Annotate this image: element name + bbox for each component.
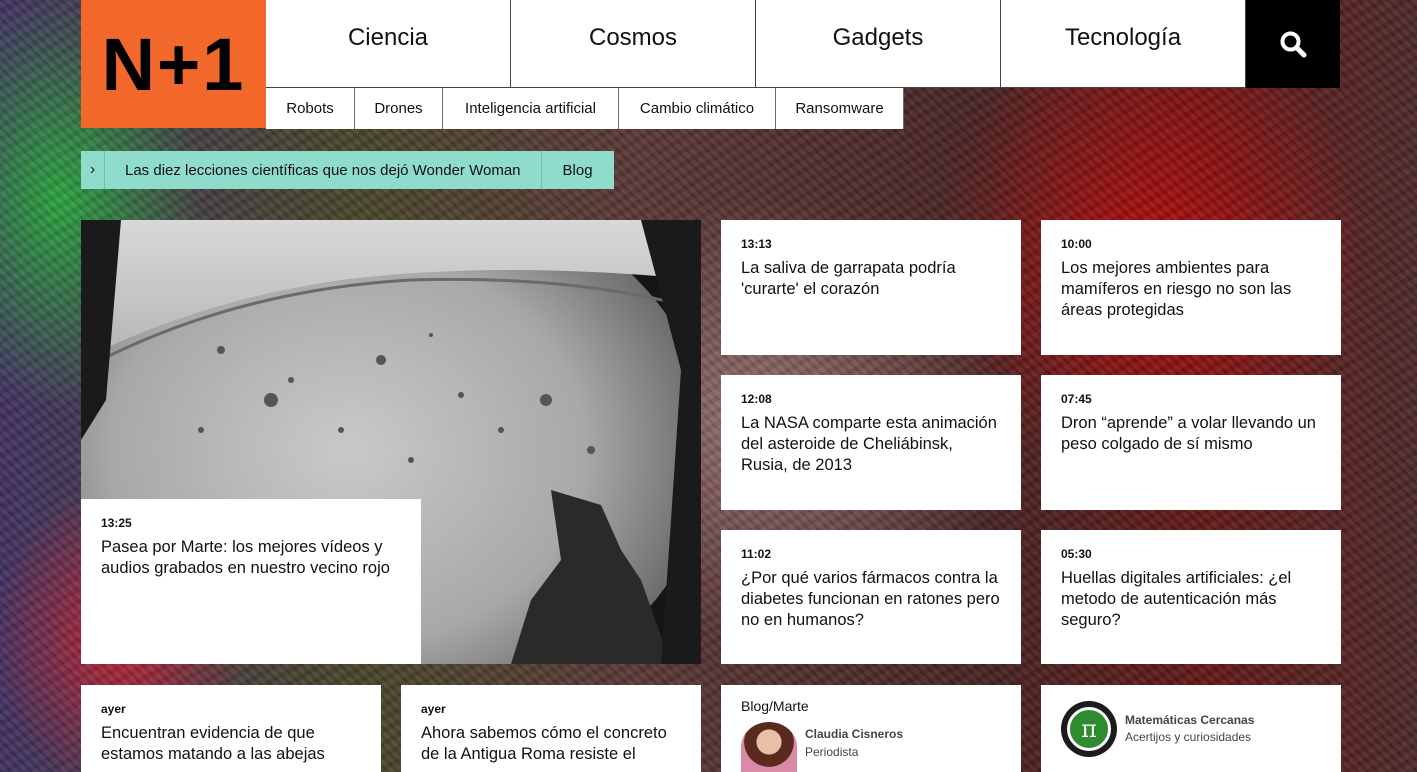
author-name[interactable]: Claudia Cisneros [805,727,903,741]
news-title[interactable]: Los mejores ambientes para mamíferos en … [1061,258,1321,321]
ticker-arrow-button[interactable]: › [81,151,105,189]
news-time: 05:30 [1061,547,1092,561]
news-title[interactable]: Encuentran evidencia de que estamos mata… [101,723,361,765]
news-time: 12:08 [741,392,772,406]
hero-time: 13:25 [101,516,132,530]
nav-item-ciencia[interactable]: Ciencia [266,0,511,88]
news-title[interactable]: Huellas digitales artificiales: ¿el meto… [1061,568,1321,631]
author-role: Periodista [805,745,859,759]
subnav-item-robots[interactable]: Robots [266,88,355,129]
subnav-item-drones[interactable]: Drones [355,88,443,129]
chevron-right-icon: › [89,161,96,178]
news-title[interactable]: La NASA comparte esta animación del aste… [741,413,1001,476]
news-title[interactable]: Dron “aprende” a volar llevando un peso … [1061,413,1321,455]
nav-item-tecnologia[interactable]: Tecnología [1001,0,1246,88]
news-time: ayer [101,702,126,716]
hero-title[interactable]: Pasea por Marte: los mejores vídeos y au… [101,537,401,579]
pi-logo-icon: π [1061,701,1117,757]
math-blog-desc: Acertijos y curiosidades [1125,730,1252,744]
news-card[interactable]: 11:02 ¿Por qué varios fármacos contra la… [721,530,1021,664]
ticker-headline-link[interactable]: Las diez lecciones científicas que nos d… [105,151,542,189]
news-title[interactable]: La saliva de garrapata podría 'curarte' … [741,258,1001,300]
logo-text: N+1 [101,22,246,106]
news-card[interactable]: 07:45 Dron “aprende” a volar llevando un… [1041,375,1341,510]
news-time: 10:00 [1061,237,1092,251]
news-ticker: › Las diez lecciones científicas que nos… [81,151,614,189]
subnav-item-ia[interactable]: Inteligencia artificial [443,88,619,129]
hero-card[interactable]: 13:25 Pasea por Marte: los mejores vídeo… [81,499,421,664]
hero-article[interactable]: 13:25 Pasea por Marte: los mejores vídeo… [81,220,701,664]
nav-item-gadgets[interactable]: Gadgets [756,0,1001,88]
news-title[interactable]: ¿Por qué varios fármacos contra la diabe… [741,568,1001,631]
news-time: 07:45 [1061,392,1092,406]
sub-nav: Robots Drones Inteligencia artificial Ca… [266,88,904,129]
news-card[interactable]: 05:30 Huellas digitales artificiales: ¿e… [1041,530,1341,664]
author-info: Claudia Cisneros Periodista [741,722,1001,772]
math-blog-name[interactable]: Matemáticas Cercanas [1125,713,1254,727]
news-title[interactable]: Ahora sabemos cómo el concreto de la Ant… [421,723,681,765]
avatar [741,722,797,772]
math-blog-card[interactable]: π Matemáticas Cercanas Acertijos y curio… [1041,685,1341,772]
news-time: 11:02 [741,547,772,561]
search-button[interactable] [1246,0,1340,88]
nav-item-cosmos[interactable]: Cosmos [511,0,756,88]
blog-label[interactable]: Blog/Marte [741,698,1001,714]
news-card[interactable]: 10:00 Los mejores ambientes para mamífer… [1041,220,1341,355]
main-nav: Ciencia Cosmos Gadgets Tecnología [266,0,1246,88]
news-card[interactable]: 12:08 La NASA comparte esta animación de… [721,375,1021,510]
search-icon [1280,31,1307,58]
news-time: 13:13 [741,237,772,251]
subnav-item-cambio-climatico[interactable]: Cambio climático [619,88,776,129]
subnav-item-ransomware[interactable]: Ransomware [776,88,904,129]
news-time: ayer [421,702,446,716]
blog-card[interactable]: Blog/Marte Claudia Cisneros Periodista [721,685,1021,772]
site-logo[interactable]: N+1 [81,0,266,128]
news-card[interactable]: ayer Encuentran evidencia de que estamos… [81,685,381,772]
news-card[interactable]: ayer Ahora sabemos cómo el concreto de l… [401,685,701,772]
news-card[interactable]: 13:13 La saliva de garrapata podría 'cur… [721,220,1021,355]
ticker-tag-blog[interactable]: Blog [541,151,614,189]
